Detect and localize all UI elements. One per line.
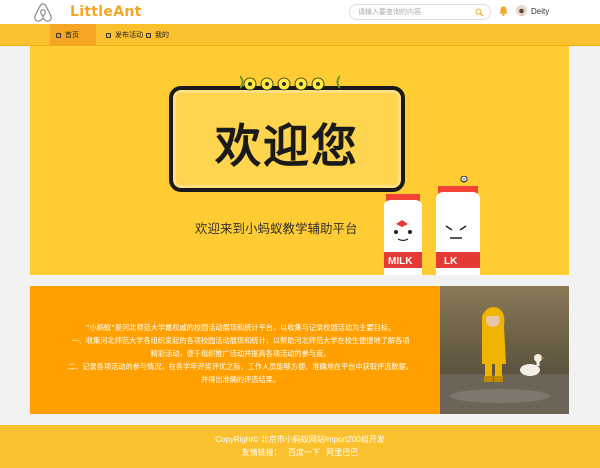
child-duck-illustration bbox=[440, 307, 569, 414]
nav-item-label: 我的 bbox=[155, 32, 169, 39]
banner-subtitle: 欢迎来到小蚂蚁教学辅助平台 bbox=[195, 221, 358, 236]
username[interactable]: Deity bbox=[531, 7, 549, 16]
search-icon[interactable] bbox=[475, 8, 484, 17]
nav-item-label: 发布活动 bbox=[115, 32, 143, 39]
user-icon bbox=[146, 32, 151, 38]
nav-item-mine[interactable]: 我的 bbox=[140, 24, 175, 46]
avatar[interactable] bbox=[516, 5, 527, 16]
page-footer: CopyRight© 北京市小蚂蚁网站Import200组开发 友情链接： 百度… bbox=[0, 425, 600, 468]
welcome-board: 欢迎您 bbox=[169, 86, 405, 192]
svg-text:!: ! bbox=[463, 178, 465, 184]
about-line: 一、收集河北师范大学各组织发起的各项校园活动展现和统计，以帮助河北师范大学在校生… bbox=[71, 336, 410, 345]
copyright-text: CopyRight© 北京市小蚂蚁网站Import200组开发 bbox=[215, 435, 385, 444]
brand-name[interactable]: LittleAnt bbox=[70, 4, 142, 20]
main-nav: 首页 发布活动 我的 bbox=[0, 24, 600, 46]
nav-item-label: 首页 bbox=[65, 32, 79, 39]
search-box[interactable] bbox=[349, 4, 491, 20]
milk-bottles-illustration: MILK LK ! bbox=[384, 176, 480, 275]
about-line: 二、记录各项活动的参与情况，在各学年评奖评优之际，工作人员能够方便、准确地在平台… bbox=[67, 362, 413, 371]
about-line: 精彩活动，便于组织推广活动并提高各项活动的参与度。 bbox=[150, 349, 331, 358]
about-section: “小蚂蚁”是河北师范大学最权威的校园活动展现和统计平台，以收集与记录校园活动为主… bbox=[30, 286, 569, 414]
about-text: “小蚂蚁”是河北师范大学最权威的校园活动展现和统计平台，以收集与记录校园活动为主… bbox=[42, 321, 439, 386]
airbnb-logo-icon[interactable] bbox=[32, 1, 54, 23]
avatar-image bbox=[518, 8, 525, 16]
publish-icon bbox=[106, 32, 111, 38]
bell-icon[interactable] bbox=[498, 5, 509, 17]
flowers-decoration bbox=[240, 75, 340, 91]
link-baidu[interactable]: 百度一下 bbox=[288, 448, 320, 457]
carousel-indicator[interactable] bbox=[289, 266, 313, 270]
welcome-banner[interactable]: 欢迎您 欢迎来到小蚂蚁教学辅助平台 MILK LK ! bbox=[30, 46, 569, 275]
about-line: “小蚂蚁”是河北师范大学最权威的校园活动展现和统计平台，以收集与记录校园活动为主… bbox=[85, 323, 396, 332]
milk-label-1: MILK bbox=[388, 256, 413, 267]
link-alibaba[interactable]: 阿里巴巴 bbox=[326, 448, 358, 457]
nav-item-home[interactable]: 首页 bbox=[50, 24, 96, 46]
search-input[interactable] bbox=[358, 6, 470, 18]
child-duck-photo bbox=[440, 286, 569, 414]
top-header: LittleAnt Deity bbox=[0, 0, 600, 24]
friend-links-label: 友情链接： bbox=[241, 448, 282, 457]
about-line: 并得出准确的评选结果。 bbox=[200, 375, 281, 384]
welcome-heading: 欢迎您 bbox=[215, 119, 359, 173]
milk-label-2: LK bbox=[444, 256, 458, 267]
home-icon bbox=[56, 32, 61, 38]
friend-links: 友情链接： 百度一下 阿里巴巴 bbox=[0, 447, 600, 458]
